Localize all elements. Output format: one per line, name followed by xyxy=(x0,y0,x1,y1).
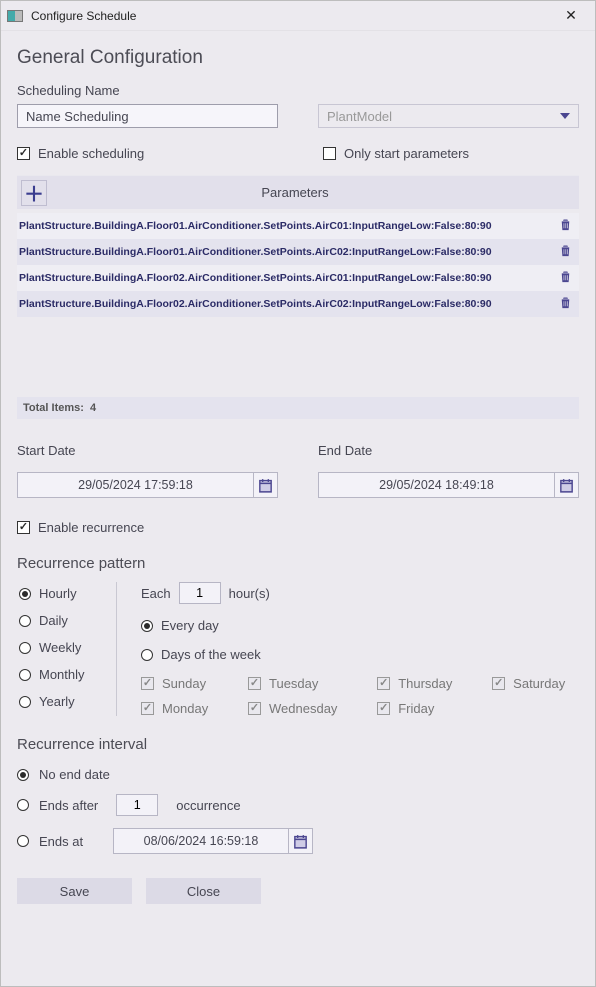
calendar-icon[interactable] xyxy=(554,473,578,497)
start-date-label: Start Date xyxy=(17,443,278,458)
freq-yearly-radio[interactable]: Yearly xyxy=(19,694,116,709)
checkbox-icon xyxy=(323,147,336,160)
checkbox-icon xyxy=(17,147,30,160)
radio-icon xyxy=(17,835,29,847)
parameters-header-label: Parameters xyxy=(47,185,543,200)
window-title: Configure Schedule xyxy=(31,9,136,23)
checkbox-icon xyxy=(141,677,154,690)
radio-icon xyxy=(141,620,153,632)
checkbox-icon xyxy=(248,702,261,715)
day-sunday-checkbox[interactable]: Sunday xyxy=(141,676,222,691)
save-button[interactable]: Save xyxy=(17,878,132,904)
end-date-input[interactable]: 29/05/2024 18:49:18 xyxy=(318,472,579,498)
scheduling-name-input[interactable] xyxy=(17,104,278,128)
enable-recurrence-checkbox[interactable]: Enable recurrence xyxy=(17,520,579,535)
day-monday-checkbox[interactable]: Monday xyxy=(141,701,222,716)
freq-daily-radio[interactable]: Daily xyxy=(19,613,116,628)
radio-icon xyxy=(19,642,31,654)
freq-hourly-radio[interactable]: Hourly xyxy=(19,586,116,601)
delete-icon[interactable] xyxy=(551,243,579,261)
parameters-header: ＋ Parameters xyxy=(17,175,579,209)
ends-at-input[interactable]: 08/06/2024 16:59:18 xyxy=(113,828,313,854)
close-button[interactable]: Close xyxy=(146,878,261,904)
radio-icon xyxy=(19,669,31,681)
parameter-row[interactable]: PlantStructure.BuildingA.Floor02.AirCond… xyxy=(17,291,579,317)
freq-weekly-radio[interactable]: Weekly xyxy=(19,640,116,655)
start-date-input[interactable]: 29/05/2024 17:59:18 xyxy=(17,472,278,498)
checkbox-icon xyxy=(377,677,390,690)
end-date-label: End Date xyxy=(318,443,579,458)
radio-icon xyxy=(17,799,29,811)
checkbox-icon xyxy=(141,702,154,715)
parameter-row[interactable]: PlantStructure.BuildingA.Floor01.AirCond… xyxy=(17,213,579,239)
days-of-week-radio[interactable]: Days of the week xyxy=(141,647,579,662)
only-start-parameters-label: Only start parameters xyxy=(344,146,469,161)
plantmodel-dropdown[interactable]: PlantModel xyxy=(318,104,579,128)
recurrence-pattern-header: Recurrence pattern xyxy=(17,555,579,572)
day-wednesday-checkbox[interactable]: Wednesday xyxy=(248,701,351,716)
no-end-date-radio[interactable]: No end date xyxy=(17,767,579,782)
day-friday-checkbox[interactable]: Friday xyxy=(377,701,466,716)
scheduling-name-label: Scheduling Name xyxy=(17,83,278,98)
radio-icon xyxy=(17,769,29,781)
calendar-icon[interactable] xyxy=(253,473,277,497)
add-parameter-button[interactable]: ＋ xyxy=(21,180,47,206)
ends-at-radio[interactable]: Ends at 08/06/2024 16:59:18 xyxy=(17,828,579,854)
plantmodel-placeholder: PlantModel xyxy=(327,109,392,124)
enable-scheduling-label: Enable scheduling xyxy=(38,146,144,161)
only-start-parameters-checkbox[interactable]: Only start parameters xyxy=(323,146,469,161)
parameter-row[interactable]: PlantStructure.BuildingA.Floor01.AirCond… xyxy=(17,239,579,265)
radio-icon xyxy=(19,696,31,708)
titlebar: Configure Schedule ✕ xyxy=(1,1,595,31)
freq-monthly-radio[interactable]: Monthly xyxy=(19,667,116,682)
calendar-icon[interactable] xyxy=(288,829,312,853)
each-hours-input[interactable] xyxy=(179,582,221,604)
checkbox-icon xyxy=(248,677,261,690)
delete-icon[interactable] xyxy=(551,269,579,287)
radio-icon xyxy=(141,649,153,661)
enable-scheduling-checkbox[interactable]: Enable scheduling xyxy=(17,146,144,161)
parameter-row[interactable]: PlantStructure.BuildingA.Floor02.AirCond… xyxy=(17,265,579,291)
close-icon[interactable]: ✕ xyxy=(553,4,589,28)
radio-icon xyxy=(19,615,31,627)
day-saturday-checkbox[interactable]: Saturday xyxy=(492,676,579,691)
page-title: General Configuration xyxy=(17,47,579,69)
app-icon xyxy=(7,10,23,22)
checkbox-icon xyxy=(17,521,30,534)
ends-after-radio[interactable]: Ends after occurrence xyxy=(17,794,579,816)
day-thursday-checkbox[interactable]: Thursday xyxy=(377,676,466,691)
every-day-radio[interactable]: Every day xyxy=(141,618,579,633)
parameters-list: PlantStructure.BuildingA.Floor01.AirCond… xyxy=(17,213,579,317)
delete-icon[interactable] xyxy=(551,217,579,235)
checkbox-icon xyxy=(492,677,505,690)
each-hours-row: Each hour(s) xyxy=(141,582,579,604)
parameters-total: Total Items: 4 xyxy=(17,397,579,419)
ends-after-input[interactable] xyxy=(116,794,158,816)
delete-icon[interactable] xyxy=(551,295,579,313)
checkbox-icon xyxy=(377,702,390,715)
caret-down-icon xyxy=(560,113,570,119)
recurrence-interval-header: Recurrence interval xyxy=(17,736,579,753)
day-tuesday-checkbox[interactable]: Tuesday xyxy=(248,676,351,691)
radio-icon xyxy=(19,588,31,600)
